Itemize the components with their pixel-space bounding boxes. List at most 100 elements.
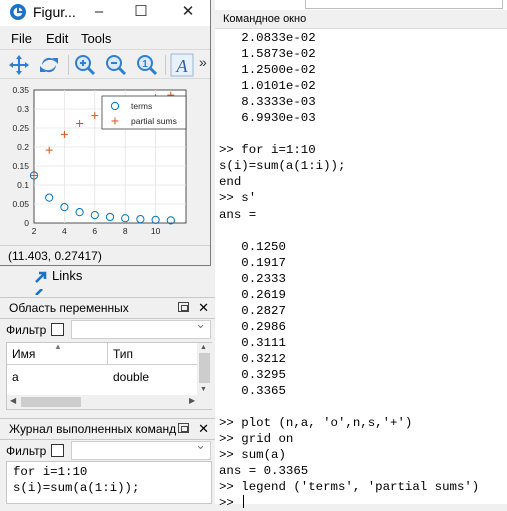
x-tick-label: 2 [32,226,37,236]
variable-name: a [12,370,19,384]
command-line: ans = [219,207,257,222]
history-item[interactable]: for i=1:10 [13,464,211,480]
command-window-title: Командное окно [215,10,507,29]
close-icon[interactable]: ✕ [177,2,199,22]
x-tick-label: 4 [62,226,67,236]
command-line: 0.2333 [219,271,286,286]
plot-area[interactable]: 2 4 6 8 10 0 0.05 0.1 0.15 0.2 0.25 0.3 0.35 terms p… [0,80,210,244]
legend-partial-sums-label: partial sums [131,116,177,126]
links-row[interactable]: Links [0,266,215,290]
command-line: 0.2986 [219,319,286,334]
command-line: 0.3295 [219,367,286,382]
legend: terms partial sums [101,95,187,130]
command-window-top-strip [215,0,507,10]
filter-label: Фильтр [6,323,47,337]
filter-label: Фильтр [6,444,47,458]
zoom-out-icon[interactable] [104,53,128,77]
legend-terms-label: terms [131,101,152,111]
command-line: 0.1917 [219,255,286,270]
y-tick-label: 0.2 [17,142,29,152]
column-type[interactable]: Тип [113,347,133,361]
svg-text:A: A [176,56,189,76]
figure-menubar: File Edit Tools [0,28,210,48]
text-cursor [243,495,245,509]
maximize-icon[interactable]: ☐ [130,2,152,22]
workspace-filter-row: Фильтр [0,316,215,343]
command-line: 0.1250 [219,239,286,254]
undock-icon[interactable] [178,302,189,312]
history-item[interactable]: s(i)=sum(a(1:i)); [13,480,211,496]
menu-tools[interactable]: Tools [81,31,111,46]
command-line: 6.9930e-03 [219,111,316,126]
filter-checkbox[interactable] [51,444,64,457]
y-tick-label: 0.05 [12,199,29,209]
close-panel-icon[interactable]: ✕ [198,419,209,439]
y-tick-label: 0.3 [17,104,29,114]
command-line: 0.3212 [219,351,286,366]
command-line: 2.0833e-02 [219,31,316,45]
figure-title: Figur... [33,4,76,20]
y-tick-label: 0.25 [12,123,29,133]
sort-icon[interactable]: ▲ [54,342,62,351]
left-panel: Figur... – ☐ ✕ File Edit Tools 1 A » 2 4… [0,0,215,504]
workspace-panel-title: Область переменных ✕ [0,297,215,319]
command-line: 1.2500e-02 [219,63,316,78]
pan-icon[interactable] [7,53,31,77]
command-line: ans = 0.3365 [219,464,309,479]
command-line: end [219,175,242,190]
command-line: >> legend ('terms', 'partial sums') [219,480,480,495]
command-line: >> plot (n,a, 'o',n,s,'+') [219,416,413,431]
command-line: 0.3111 [219,335,286,350]
zoom-in-icon[interactable] [73,53,97,77]
links-more-icon [35,289,43,295]
y-tick-label: 0 [24,218,29,228]
insert-text-icon[interactable]: A [170,53,194,77]
menu-file[interactable]: File [11,31,32,46]
minimize-icon[interactable]: – [88,2,110,22]
variable-type: double [113,370,150,384]
figure-window[interactable]: Figur... – ☐ ✕ File Edit Tools 1 A » 2 4… [0,0,211,266]
x-tick-label: 6 [92,226,97,236]
column-name[interactable]: Имя [12,347,35,361]
command-output[interactable]: 2.0833e-02 1.5873e-02 1.2500e-02 1.0101e… [219,30,507,511]
y-tick-label: 0.15 [12,161,29,171]
command-line [219,399,507,415]
horizontal-scrollbar[interactable]: ◀ ▶ [7,395,212,409]
variables-table-header: Имя ▲ Тип [7,342,197,365]
command-line: 1.0101e-02 [219,79,316,94]
table-row[interactable]: a double [7,368,197,388]
x-tick-label: 8 [123,226,128,236]
x-tick-label: 10 [151,226,161,236]
vertical-scrollbar[interactable]: ▲ ▼ [197,343,212,397]
y-tick-label: 0.35 [12,85,29,95]
menu-edit[interactable]: Edit [46,31,68,46]
figure-status-coords: (11.403, 0.27417) [0,245,210,265]
history-list[interactable]: for i=1:10 s(i)=sum(a(1:i)); [6,461,212,504]
command-prompt[interactable]: >> [219,495,507,511]
command-line: s(i)=sum(a(1:i)); [219,159,346,174]
svg-text:1: 1 [142,59,148,70]
history-title: Журнал выполненных команд [9,422,177,436]
y-tick-label: 0.1 [17,180,29,190]
filter-select[interactable] [71,316,211,339]
close-panel-icon[interactable]: ✕ [198,298,209,318]
matlab-logo-icon [10,4,26,20]
history-panel-title: Журнал выполненных команд ✕ [0,418,215,440]
undock-icon[interactable] [178,423,189,433]
figure-title-bar[interactable]: Figur... – ☐ ✕ [0,0,210,26]
command-line: 0.2619 [219,287,286,302]
variables-table[interactable]: Имя ▲ Тип a double ▲ ▼ ◀ ▶ [6,342,212,410]
command-line: 8.3333e-03 [219,95,316,110]
zoom-1-icon[interactable]: 1 [135,53,159,77]
prompt-text: >> [219,496,242,511]
links-label: Links [52,268,83,283]
command-window[interactable]: Командное окно 2.0833e-02 1.5873e-02 1.2… [215,0,507,510]
command-line: 0.2827 [219,303,286,318]
workspace-title: Область переменных [9,301,129,315]
rotate-icon[interactable] [37,53,61,77]
links-arrow-icon [35,271,47,283]
filter-select[interactable] [71,437,211,460]
command-line: >> s' [219,191,257,206]
filter-checkbox[interactable] [51,323,64,336]
toolbar-more-icon[interactable]: » [199,54,207,70]
